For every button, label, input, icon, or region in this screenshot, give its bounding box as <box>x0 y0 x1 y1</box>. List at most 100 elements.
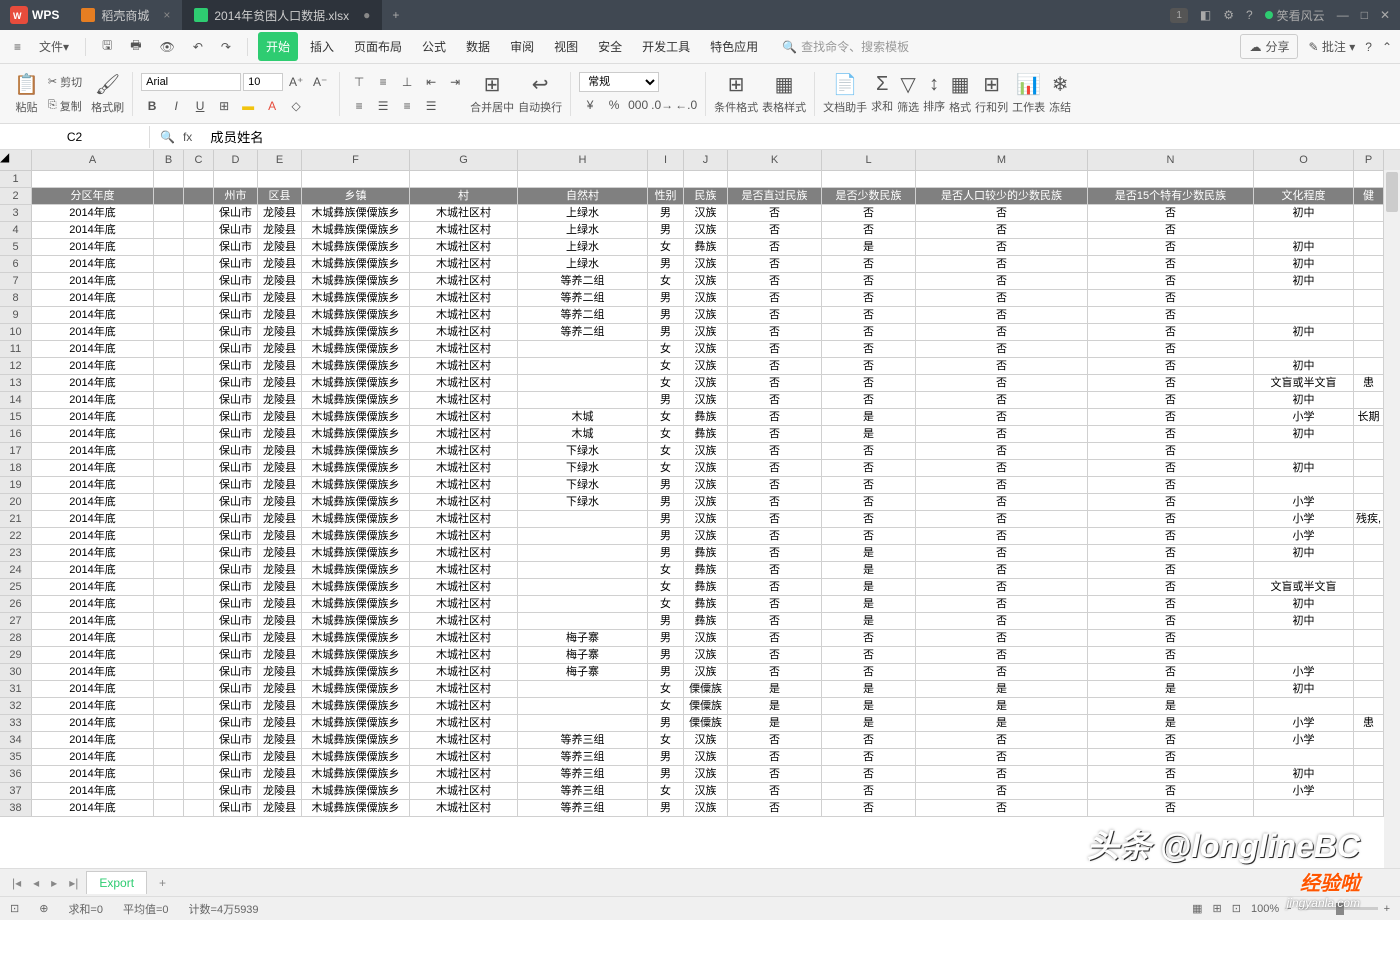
row-26[interactable]: 262014年底保山市龙陵县木城彝族傈僳族乡木城社区村女彝族否是否否初中 <box>0 596 1400 613</box>
cell[interactable]: 男 <box>648 205 684 221</box>
row-6[interactable]: 62014年底保山市龙陵县木城彝族傈僳族乡木城社区村上绿水男汉族否否否否初中 <box>0 256 1400 273</box>
cell[interactable]: 男 <box>648 545 684 561</box>
cell[interactable]: 2014年底 <box>32 647 154 663</box>
cell[interactable]: 木城彝族傈僳族乡 <box>302 222 410 238</box>
cell[interactable]: 健 <box>1354 188 1384 204</box>
cell[interactable]: 2014年底 <box>32 494 154 510</box>
cell[interactable]: 保山市 <box>214 324 258 340</box>
align-justify-icon[interactable]: ☰ <box>420 95 442 117</box>
cell[interactable] <box>184 511 214 527</box>
cell[interactable]: 文盲或半文盲 <box>1254 579 1354 595</box>
cell[interactable] <box>184 324 214 340</box>
cell[interactable]: 否 <box>822 511 916 527</box>
cell[interactable] <box>184 290 214 306</box>
cell[interactable]: 2014年底 <box>32 409 154 425</box>
cell[interactable]: 初中 <box>1254 766 1354 782</box>
cell[interactable]: 汉族 <box>684 528 728 544</box>
cell[interactable]: 村 <box>410 188 518 204</box>
cell[interactable]: 否 <box>916 273 1088 289</box>
cell[interactable] <box>1354 171 1384 187</box>
bold-button[interactable]: B <box>141 95 163 117</box>
cell[interactable]: 否 <box>1088 290 1254 306</box>
cell[interactable]: 木城社区村 <box>410 392 518 408</box>
cell[interactable]: 保山市 <box>214 239 258 255</box>
cell[interactable] <box>154 664 184 680</box>
cell[interactable]: 男 <box>648 766 684 782</box>
col-header-E[interactable]: E <box>258 150 302 170</box>
cell[interactable] <box>1354 800 1384 816</box>
cell[interactable]: 是 <box>822 596 916 612</box>
cell[interactable]: 保山市 <box>214 307 258 323</box>
cell[interactable]: 否 <box>728 494 822 510</box>
cell[interactable] <box>154 392 184 408</box>
cell[interactable]: 木城彝族傈僳族乡 <box>302 698 410 714</box>
cell[interactable]: 保山市 <box>214 222 258 238</box>
cell[interactable]: 木城彝族傈僳族乡 <box>302 443 410 459</box>
cell[interactable]: 汉族 <box>684 766 728 782</box>
cell[interactable] <box>184 630 214 646</box>
conditional-format-button[interactable]: ⊞条件格式 <box>714 72 758 115</box>
cell[interactable] <box>518 562 648 578</box>
cell[interactable] <box>518 579 648 595</box>
cell[interactable] <box>154 256 184 272</box>
cell[interactable] <box>518 358 648 374</box>
col-header-G[interactable]: G <box>410 150 518 170</box>
cell[interactable]: 龙陵县 <box>258 528 302 544</box>
font-size-input[interactable] <box>243 73 283 91</box>
cell[interactable] <box>1254 562 1354 578</box>
cell[interactable]: 初中 <box>1254 545 1354 561</box>
cell[interactable] <box>1354 239 1384 255</box>
cell[interactable]: 龙陵县 <box>258 341 302 357</box>
cell[interactable]: 女 <box>648 460 684 476</box>
cell[interactable]: 保山市 <box>214 205 258 221</box>
add-sheet-button[interactable]: + <box>151 872 174 894</box>
cell[interactable]: 龙陵县 <box>258 647 302 663</box>
cell[interactable]: 否 <box>1088 613 1254 629</box>
cell[interactable]: 龙陵县 <box>258 579 302 595</box>
cell[interactable]: 汉族 <box>684 358 728 374</box>
cell[interactable]: 2014年底 <box>32 766 154 782</box>
indent-left-icon[interactable]: ⇤ <box>420 71 442 93</box>
cell[interactable]: 否 <box>916 545 1088 561</box>
cell[interactable]: 否 <box>916 579 1088 595</box>
cell[interactable]: 龙陵县 <box>258 511 302 527</box>
cell[interactable]: 汉族 <box>684 749 728 765</box>
cell[interactable]: 女 <box>648 732 684 748</box>
cell[interactable] <box>154 681 184 697</box>
cell[interactable] <box>518 596 648 612</box>
cell[interactable]: 傈僳族 <box>684 698 728 714</box>
row-38[interactable]: 382014年底保山市龙陵县木城彝族傈僳族乡木城社区村等养三组男汉族否否否否 <box>0 800 1400 817</box>
decimal-inc-icon[interactable]: .0→ <box>651 94 673 116</box>
cell[interactable]: 小学 <box>1254 715 1354 731</box>
row-23[interactable]: 232014年底保山市龙陵县木城彝族傈僳族乡木城社区村男彝族否是否否初中 <box>0 545 1400 562</box>
cell[interactable]: 否 <box>916 732 1088 748</box>
cell[interactable]: 男 <box>648 222 684 238</box>
cell[interactable]: 等养三组 <box>518 732 648 748</box>
cell[interactable]: 2014年底 <box>32 681 154 697</box>
share-button[interactable]: ☁ 分享 <box>1240 34 1298 59</box>
cell[interactable] <box>184 732 214 748</box>
cell[interactable]: 否 <box>1088 392 1254 408</box>
cell[interactable]: 否 <box>1088 222 1254 238</box>
cell[interactable] <box>154 596 184 612</box>
cell[interactable]: 民族 <box>684 188 728 204</box>
cell[interactable]: 否 <box>916 749 1088 765</box>
cell[interactable]: 女 <box>648 426 684 442</box>
col-header-B[interactable]: B <box>154 150 184 170</box>
cell[interactable] <box>1354 307 1384 323</box>
cell[interactable]: 龙陵县 <box>258 426 302 442</box>
cell[interactable] <box>154 732 184 748</box>
cell[interactable] <box>154 171 184 187</box>
cell[interactable]: 分区年度 <box>32 188 154 204</box>
vertical-scrollbar[interactable] <box>1384 170 1400 868</box>
align-left-icon[interactable]: ≡ <box>348 95 370 117</box>
cell[interactable]: 木城彝族傈僳族乡 <box>302 800 410 816</box>
cell[interactable] <box>184 749 214 765</box>
cell[interactable]: 木城彝族傈僳族乡 <box>302 766 410 782</box>
cell[interactable]: 龙陵县 <box>258 613 302 629</box>
cell[interactable] <box>154 341 184 357</box>
cell-reference[interactable]: C2 <box>0 126 150 148</box>
cell[interactable]: 男 <box>648 392 684 408</box>
cell[interactable]: 汉族 <box>684 375 728 391</box>
cell[interactable] <box>154 409 184 425</box>
